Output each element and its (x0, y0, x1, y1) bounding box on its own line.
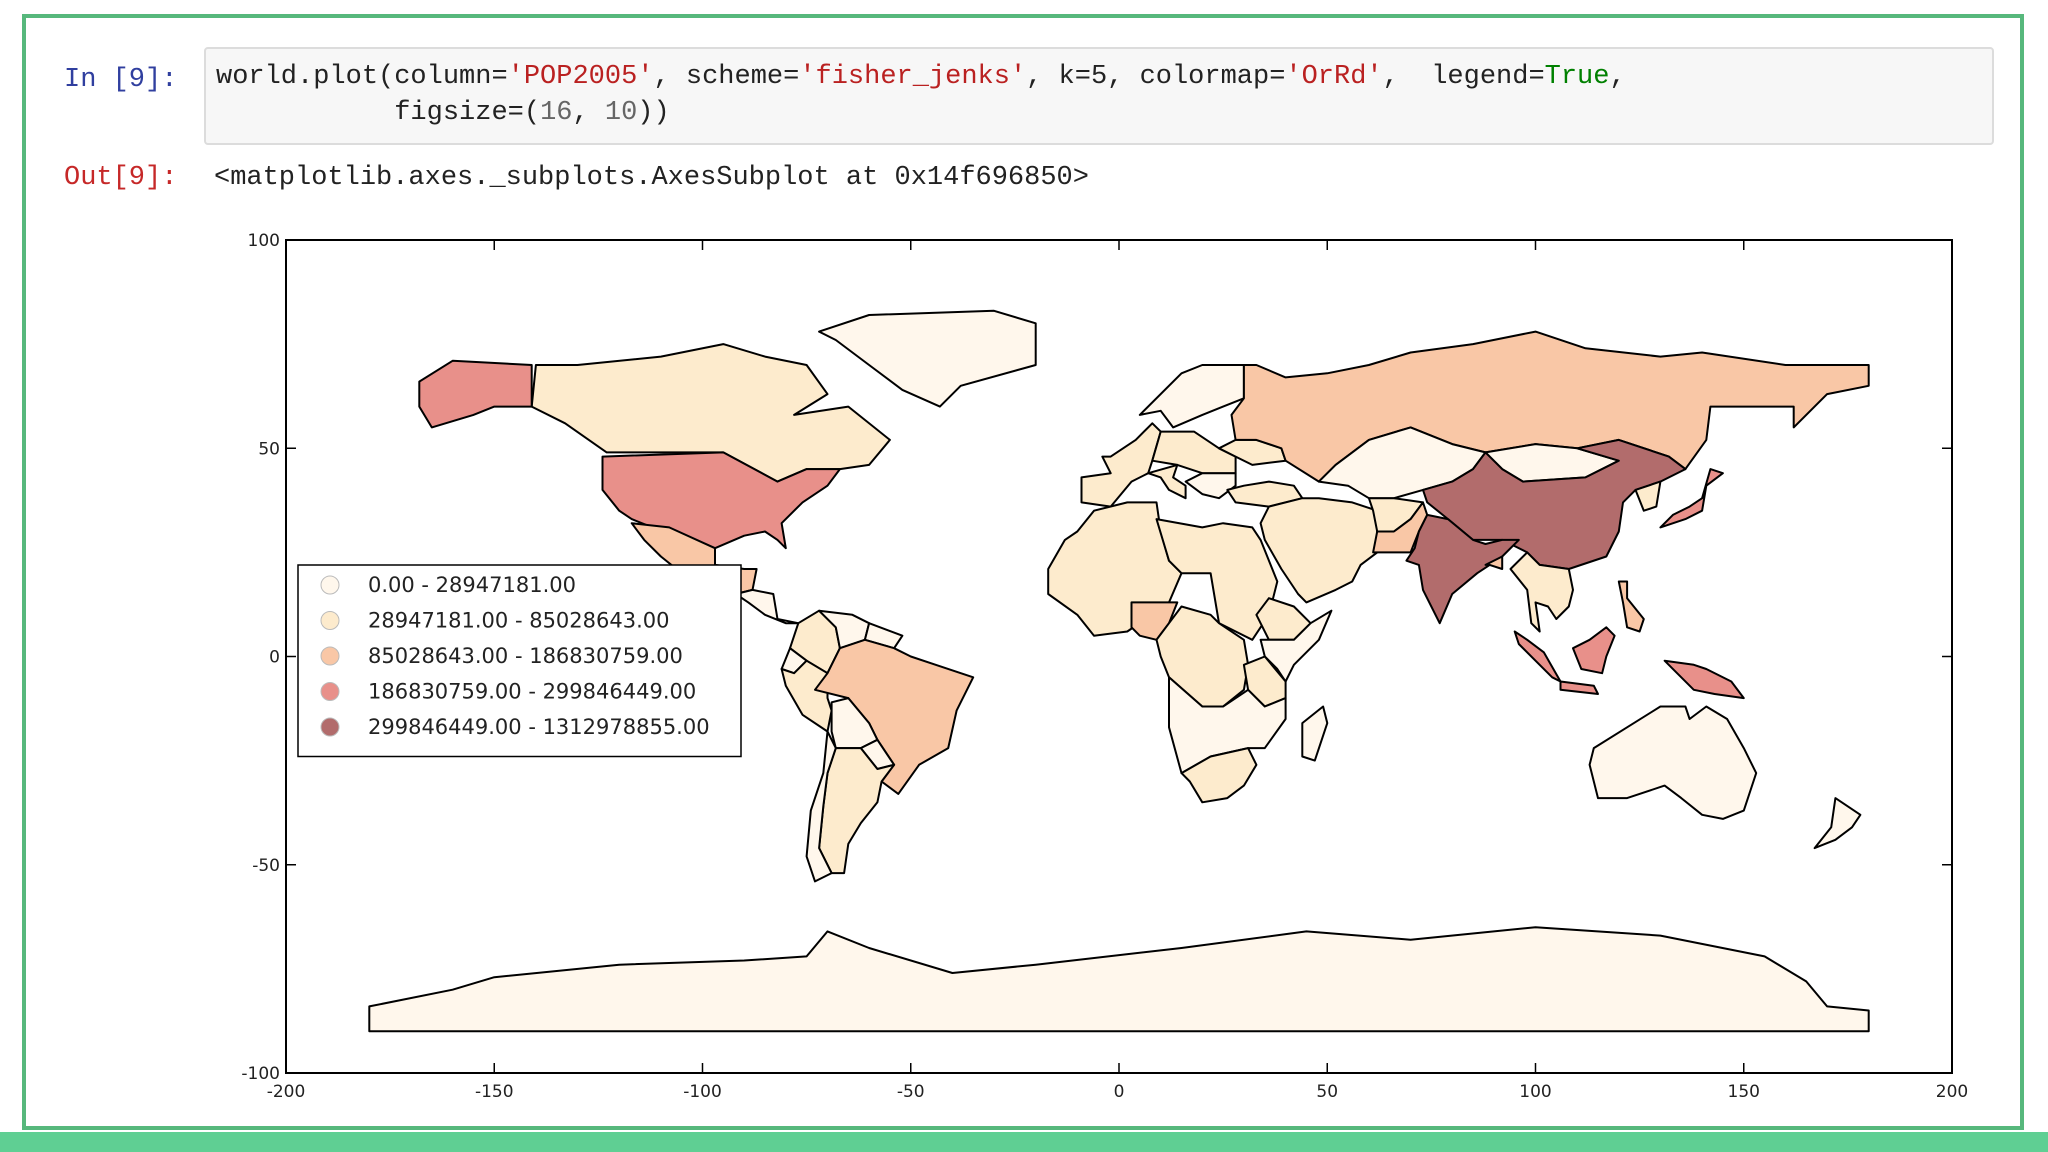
y-tick-label: -50 (252, 856, 280, 876)
legend-swatch (320, 717, 340, 737)
x-tick-label: -100 (683, 1082, 722, 1102)
legend-label: 85028643.00 - 186830759.00 (368, 644, 683, 668)
y-tick-label: -100 (241, 1064, 280, 1084)
x-tick-label: 200 (1936, 1082, 1968, 1102)
legend: 0.00 - 28947181.00 28947181.00 - 85028643… (297, 564, 742, 758)
legend-swatch (320, 611, 340, 630)
legend-swatch (320, 682, 340, 701)
legend-label: 186830759.00 - 299846449.00 (368, 680, 696, 704)
x-tick-label: 50 (1316, 1082, 1338, 1102)
x-tick-label: 0 (1114, 1082, 1125, 1102)
legend-label: 28947181.00 - 85028643.00 (368, 609, 670, 633)
x-tick-label: -200 (267, 1082, 306, 1102)
legend-swatch (320, 646, 340, 666)
x-tick-label: 150 (1728, 1082, 1760, 1102)
legend-swatch (320, 575, 340, 595)
y-tick-label: 50 (258, 439, 280, 459)
world-choropleth-plot: -200 -150 -100 -50 0 50 100 150 200 100 50 0 -50 -100… (241, 231, 1968, 1102)
legend-label: 0.00 - 28947181.00 (368, 573, 576, 597)
x-tick-label: 100 (1519, 1082, 1551, 1102)
legend-label: 299846449.00 - 1312978855.00 (368, 715, 710, 739)
x-tick-label: -50 (897, 1082, 925, 1102)
y-tick-label: 0 (269, 648, 280, 668)
x-tick-label: -150 (475, 1082, 514, 1102)
y-tick-label: 100 (248, 231, 280, 251)
